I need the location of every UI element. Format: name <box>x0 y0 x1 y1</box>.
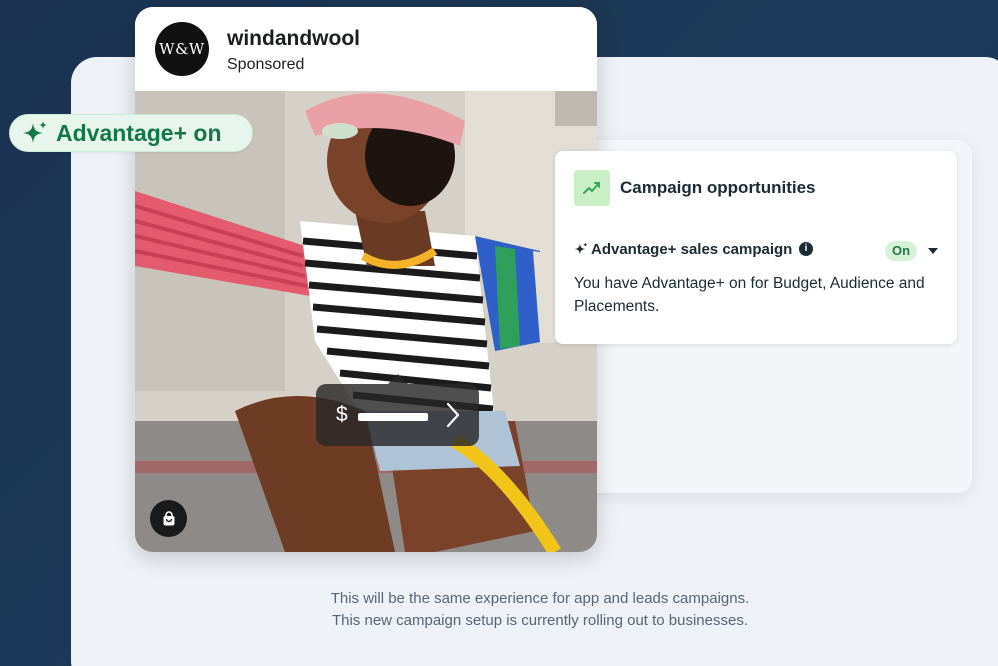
price-placeholder <box>358 413 428 421</box>
sparkle-icon <box>23 121 47 143</box>
campaign-label: Advantage+ sales campaign <box>591 241 793 258</box>
product-price-tag[interactable]: $ <box>316 374 479 446</box>
campaign-description: You have Advantage+ on for Budget, Audie… <box>574 275 925 315</box>
shopping-bag-button[interactable] <box>150 500 187 537</box>
info-icon[interactable]: i <box>799 242 813 256</box>
campaign-opportunities-card: Campaign opportunities Advantage+ sales … <box>555 151 957 344</box>
advantage-badge-label: Advantage+ on <box>56 119 222 146</box>
brand-avatar[interactable]: W&W <box>155 22 209 76</box>
ad-header: W&W windandwool Sponsored <box>135 7 597 91</box>
footnote-line-1: This will be the same experience for app… <box>330 590 750 607</box>
ad-image <box>135 91 597 552</box>
chevron-right-icon <box>446 402 460 428</box>
ad-image-illustration <box>135 91 597 552</box>
brand-name[interactable]: windandwool <box>227 27 360 51</box>
avatar-text: W&W <box>159 40 205 58</box>
trend-chart-icon <box>574 170 610 206</box>
opportunities-title: Campaign opportunities <box>620 178 816 197</box>
sparkle-icon <box>574 242 588 255</box>
price-symbol: $ <box>336 403 348 426</box>
footnote-line-2: This new campaign setup is currently rol… <box>331 612 749 629</box>
advantage-plus-badge: Advantage+ on <box>9 114 253 152</box>
campaign-row[interactable]: Advantage+ sales campaign i On <box>574 240 940 262</box>
caret-down-icon[interactable] <box>928 248 938 254</box>
shopping-bag-icon <box>163 510 174 525</box>
ad-preview-card: W&W windandwool Sponsored $ <box>135 7 597 552</box>
status-badge[interactable]: On <box>885 241 917 261</box>
sponsored-label: Sponsored <box>227 56 305 73</box>
